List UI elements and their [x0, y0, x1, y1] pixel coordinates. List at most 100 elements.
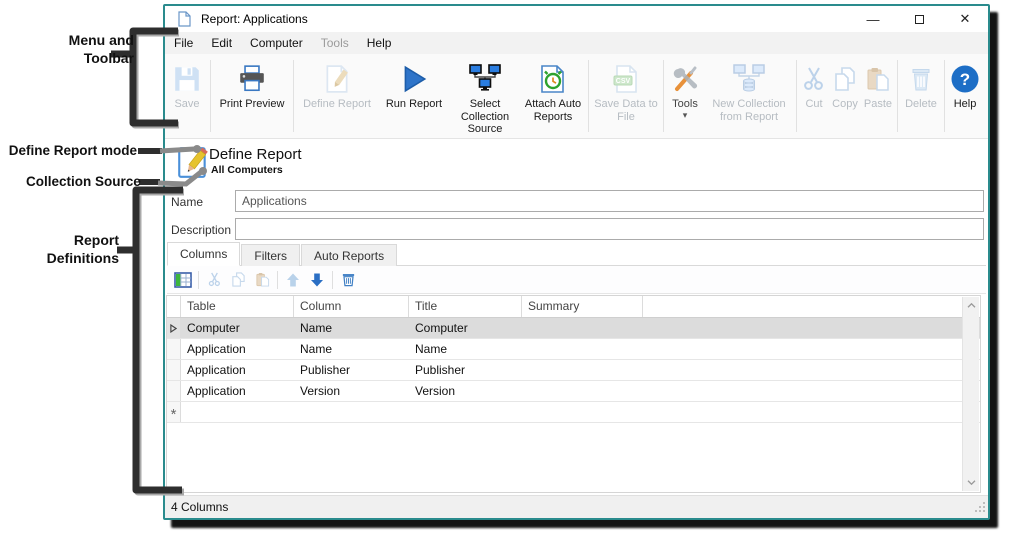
new-row[interactable]: *	[167, 402, 980, 423]
columns-grid: Table Column Title Summary Computer Name…	[166, 295, 981, 493]
print-preview-button[interactable]: Print Preview	[213, 56, 291, 136]
header-table[interactable]: Table	[181, 296, 294, 317]
paste-button: Paste	[861, 56, 895, 136]
table-icon	[174, 271, 192, 289]
tab-columns[interactable]: Columns	[167, 242, 240, 266]
row-header-column	[167, 296, 181, 317]
save-data-to-file-button: CSV Save Data to File	[591, 56, 661, 136]
clipboard-icon	[255, 272, 270, 287]
title-bar[interactable]: Report: Applications — ✕	[165, 6, 988, 32]
add-column-button[interactable]	[171, 269, 195, 291]
table-row[interactable]: Application Version Version	[167, 381, 980, 402]
tab-auto-reports[interactable]: Auto Reports	[301, 244, 397, 266]
define-report-header: Define Report All Computers	[165, 140, 988, 190]
close-button[interactable]: ✕	[942, 6, 988, 32]
minimize-button[interactable]: —	[850, 6, 896, 32]
save-icon	[172, 61, 202, 97]
cut-button: Cut	[799, 56, 829, 136]
delete-column-button[interactable]	[336, 269, 360, 291]
callout-menu-toolbar: Menu and Toolbar	[28, 31, 134, 67]
grid-header-row: Table Column Title Summary	[167, 296, 980, 318]
header-title[interactable]: Title	[409, 296, 522, 317]
copy-column-button	[226, 269, 250, 291]
clipboard-icon	[865, 61, 891, 97]
csv-file-icon: CSV	[611, 61, 641, 97]
name-input[interactable]	[235, 190, 984, 212]
menu-edit[interactable]: Edit	[202, 36, 241, 50]
printer-icon	[237, 61, 267, 97]
minibar-separator	[198, 271, 199, 289]
callout-define-report-mode: Define Report mode	[2, 142, 137, 160]
toolbar-separator	[663, 60, 664, 132]
tab-strip: Columns Filters Auto Reports	[167, 242, 986, 266]
trash-icon	[341, 272, 356, 287]
row-arrow-icon	[170, 324, 177, 333]
application-window: Report: Applications — ✕ File Edit Compu…	[163, 4, 990, 520]
scroll-down-button[interactable]	[963, 474, 980, 491]
status-bar: 4 Columns	[165, 495, 988, 518]
play-icon	[399, 61, 429, 97]
define-report-button: Define Report	[296, 56, 378, 136]
mode-title: Define Report	[209, 146, 302, 163]
minibar-separator	[277, 271, 278, 289]
table-row[interactable]: Application Publisher Publisher	[167, 360, 980, 381]
description-input[interactable]	[235, 218, 984, 240]
menu-file[interactable]: File	[165, 36, 202, 50]
vertical-scrollbar[interactable]	[962, 297, 979, 491]
paste-column-button	[250, 269, 274, 291]
svg-text:?: ?	[960, 70, 970, 89]
attach-auto-reports-button[interactable]: Attach Auto Reports	[520, 56, 586, 136]
description-label: Description	[171, 223, 231, 237]
copy-icon	[832, 61, 858, 97]
auto-report-clock-icon	[538, 61, 568, 97]
menu-computer[interactable]: Computer	[241, 36, 312, 50]
resize-grip[interactable]	[974, 501, 986, 516]
scissors-icon	[801, 61, 827, 97]
new-row-marker: *	[167, 402, 181, 422]
run-report-button[interactable]: Run Report	[378, 56, 450, 136]
tools-button[interactable]: Tools ▾	[666, 56, 704, 136]
cut-column-button	[202, 269, 226, 291]
move-down-button[interactable]	[305, 269, 329, 291]
toolbar-separator	[293, 60, 294, 132]
menu-help[interactable]: Help	[358, 36, 401, 50]
copy-button: Copy	[829, 56, 861, 136]
toolbar-separator	[944, 60, 945, 132]
callout-collection-source: Collection Source	[26, 173, 136, 191]
table-row[interactable]: Computer Name Computer	[167, 318, 980, 339]
select-collection-source-button[interactable]: Select Collection Source	[450, 56, 520, 136]
chevron-down-icon	[966, 479, 977, 486]
help-button[interactable]: ? Help	[947, 56, 983, 136]
maximize-button[interactable]	[896, 6, 942, 32]
new-collection-from-report-button: New Collection from Report	[704, 56, 794, 136]
callout-report-definitions: Report Definitions	[24, 231, 119, 267]
status-text: 4 Columns	[171, 500, 228, 514]
header-column[interactable]: Column	[294, 296, 409, 317]
delete-button: Delete	[900, 56, 942, 136]
header-summary[interactable]: Summary	[522, 296, 643, 317]
toolbar-separator	[897, 60, 898, 132]
toolbar-separator	[588, 60, 589, 132]
maximize-icon	[915, 15, 924, 24]
tools-icon	[670, 61, 700, 97]
document-icon	[176, 11, 192, 27]
menu-tools: Tools	[312, 36, 358, 50]
define-report-icon	[322, 61, 352, 97]
help-icon: ?	[950, 61, 980, 97]
scissors-icon	[207, 272, 222, 287]
tab-filters[interactable]: Filters	[241, 244, 300, 266]
main-toolbar: Save Print Preview Define Report Run Rep…	[165, 54, 988, 139]
collection-source-value[interactable]: All Computers	[211, 164, 283, 176]
move-up-button	[281, 269, 305, 291]
window-title: Report: Applications	[201, 12, 308, 26]
computer-network-icon	[468, 61, 502, 97]
define-report-mode-icon	[175, 145, 211, 186]
svg-text:CSV: CSV	[616, 78, 631, 85]
header-filler	[643, 296, 980, 317]
copy-icon	[231, 272, 246, 287]
toolbar-separator	[796, 60, 797, 132]
name-label: Name	[171, 195, 203, 209]
table-row[interactable]: Application Name Name	[167, 339, 980, 360]
scroll-up-button[interactable]	[963, 297, 980, 314]
toolbar-separator	[210, 60, 211, 132]
